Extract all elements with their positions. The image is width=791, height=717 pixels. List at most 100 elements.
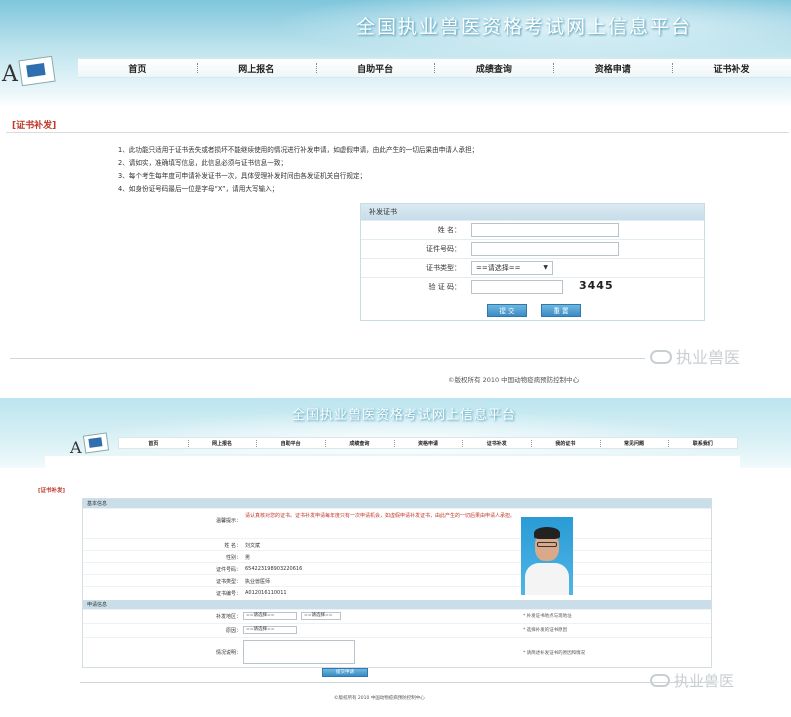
basic-info-header: 基本信息 — [83, 499, 711, 508]
section-title: [证书补发] — [38, 488, 66, 494]
apply-info-header: 申请信息 — [83, 600, 711, 609]
field-row: 证书类型： 执业兽医师 — [83, 574, 711, 586]
footer-divider — [80, 682, 714, 683]
field-row: 性别： 男 — [83, 550, 711, 562]
nav-my-certificate[interactable]: 我的证书 — [531, 439, 600, 447]
name-input[interactable] — [471, 223, 619, 237]
nav-contact[interactable]: 联系我们 — [668, 439, 737, 447]
nav-self-service[interactable]: 自助平台 — [256, 439, 325, 447]
submit-application-button[interactable]: 提交申请 — [322, 668, 368, 677]
copyright: ©版权所有 2010 中国动物疫病预防控制中心 — [334, 696, 425, 701]
nav-qualification-apply[interactable]: 资格申请 — [393, 439, 463, 447]
nav-faq[interactable]: 常见问题 — [599, 439, 669, 447]
applicant-photo — [521, 517, 573, 595]
nav-home[interactable]: 首页 — [78, 62, 197, 75]
chevron-down-icon: ▼ — [543, 264, 548, 271]
field-row: 证书编号： A012016110011 — [83, 586, 711, 598]
instruction-item: 4、如身份证号码最后一位是字母“X”，请用大写输入； — [118, 185, 279, 193]
captcha-label: 验 证 码： — [428, 283, 461, 291]
cert-type-value: ==请选择== — [476, 264, 521, 272]
area-hint: * 补发证书地点与现地址 — [523, 614, 572, 619]
idcard-label: 证件号码： — [426, 245, 461, 253]
submit-button[interactable]: 提 交 — [487, 304, 527, 317]
field-row: 证件号码： 654223198903220616 — [83, 562, 711, 574]
cert-type-label: 证书类型： — [426, 264, 461, 272]
main-nav: 首页 网上报名 自助平台 成绩查询 资格申请 证书补发 我的证书 常见问题 联系… — [118, 437, 738, 449]
reset-button[interactable]: 重 置 — [541, 304, 581, 317]
site-logo[interactable]: A — [0, 55, 70, 92]
book-icon — [18, 55, 56, 87]
top-screenshot: 全国执业兽医资格考试网上信息平台 A 首页 网上报名 自助平台 成绩查询 资格申… — [0, 0, 791, 392]
field-label: 证书编号： — [215, 591, 241, 597]
idcard-row: 证件号码： — [361, 239, 706, 258]
note-hint: * 请简述补发证书的原因和情况 — [523, 651, 586, 656]
nav-online-registration[interactable]: 网上报名 — [196, 62, 316, 75]
instruction-item: 1、此功能只适用于证书丢失或者损坏不能继续使用的情况进行补发申请，如虚假申请，由… — [118, 146, 479, 154]
field-value: 654223198903220616 — [245, 566, 303, 572]
name-row: 姓 名： — [361, 220, 706, 239]
reason-row: 原因： ==请选择== * 选择补发的证书原因 — [83, 623, 711, 637]
logo-letter: A — [70, 438, 82, 457]
section-title: [证书补发] — [12, 121, 57, 131]
field-value: 执业兽医师 — [245, 579, 271, 585]
reissue-form: 补发证书 姓 名： 证件号码： 证书类型： ==请选择== ▼ 验 证 码： 34… — [360, 203, 706, 321]
cert-type-select[interactable]: ==请选择== ▼ — [471, 261, 553, 275]
nav-qualification-apply[interactable]: 资格申请 — [553, 62, 672, 75]
city-select[interactable]: ==请选择== — [301, 612, 341, 620]
field-label: 姓 名： — [224, 543, 241, 549]
note-label: 情况说明： — [215, 650, 241, 656]
idcard-input[interactable] — [471, 242, 619, 256]
field-label: 性别： — [225, 555, 241, 561]
field-value: 男 — [245, 555, 251, 561]
field-value: A012016110011 — [245, 590, 287, 596]
nav-score-query[interactable]: 成绩查询 — [434, 62, 553, 75]
area-label: 补发地区： — [215, 614, 241, 620]
logo-letter: A — [2, 62, 18, 87]
instruction-item: 2、请如实，准确填写信息，此信息必须与证书信息一致； — [118, 159, 288, 167]
instructions: 1、此功能只适用于证书丢失或者损坏不能继续使用的情况进行补发申请，如虚假申请，由… — [118, 144, 598, 196]
nav-certificate-reissue[interactable]: 证书补发 — [462, 439, 531, 447]
wechat-icon — [650, 674, 670, 687]
watermark: 执业兽医 — [650, 670, 734, 691]
nav-home[interactable]: 首页 — [119, 440, 188, 447]
reason-label: 原因： — [225, 628, 241, 634]
form-header: 补发证书 — [361, 204, 704, 220]
note-row: 情况说明： * 请简述补发证书的原因和情况 — [83, 637, 711, 667]
watermark-text: 执业兽医 — [674, 672, 735, 690]
instruction-item: 3、每个考生每年度可申请补发证书一次，具体受理补发时间由各发证机关自行规定； — [118, 172, 367, 180]
captcha-row: 验 证 码： 3445 — [361, 277, 706, 297]
footer-divider — [10, 358, 645, 359]
warning-text: 请认真核对您的证书。证书补发申请每年度只有一次申请机会，如虚假申请补发证书，由此… — [245, 513, 516, 519]
nav-self-service[interactable]: 自助平台 — [315, 62, 435, 75]
captcha-input[interactable] — [471, 280, 563, 294]
main-nav: 首页 网上报名 自助平台 成绩查询 资格申请 证书补发 — [78, 58, 791, 78]
banner-bottom-band — [0, 90, 791, 108]
nav-score-query[interactable]: 成绩查询 — [325, 439, 394, 447]
name-label: 姓 名： — [437, 226, 461, 234]
province-select[interactable]: ==请选择== — [243, 612, 297, 620]
nav-certificate-reissue[interactable]: 证书补发 — [672, 62, 791, 75]
warning-label: 温馨提示： — [215, 518, 241, 524]
bottom-screenshot: 全国执业兽医资格考试网上信息平台 A 首页 网上报名 自助平台 成绩查询 资格申… — [0, 398, 791, 717]
cert-type-row: 证书类型： ==请选择== ▼ — [361, 258, 706, 277]
watermark-text: 执业兽医 — [676, 348, 741, 367]
book-icon — [82, 432, 110, 454]
watermark: 执业兽医 — [650, 344, 740, 368]
field-value: 刘文斌 — [245, 543, 261, 549]
note-textarea[interactable] — [243, 640, 355, 664]
reason-hint: * 选择补发的证书原因 — [523, 628, 568, 633]
reason-select[interactable]: ==请选择== — [243, 626, 297, 634]
field-row: 姓 名： 刘文斌 — [83, 538, 711, 550]
warning-row: 温馨提示： 请认真核对您的证书。证书补发申请每年度只有一次申请机会，如虚假申请补… — [83, 508, 711, 538]
nav-online-registration[interactable]: 网上报名 — [187, 439, 257, 447]
info-table: 基本信息 温馨提示： 请认真核对您的证书。证书补发申请每年度只有一次申请机会，如… — [82, 498, 712, 668]
wechat-icon — [650, 350, 672, 364]
divider — [6, 132, 789, 133]
field-label: 证件号码： — [215, 567, 241, 573]
copyright: ©版权所有 2010 中国动物疫病预防控制中心 — [448, 376, 580, 384]
site-title: 全国执业兽医资格考试网上信息平台 — [292, 408, 517, 423]
form-buttons: 提 交 重 置 — [487, 304, 581, 317]
site-title: 全国执业兽医资格考试网上信息平台 — [356, 16, 693, 38]
captcha-image[interactable]: 3445 — [579, 279, 614, 292]
area-row: 补发地区： ==请选择== ==请选择== * 补发证书地点与现地址 — [83, 609, 711, 623]
